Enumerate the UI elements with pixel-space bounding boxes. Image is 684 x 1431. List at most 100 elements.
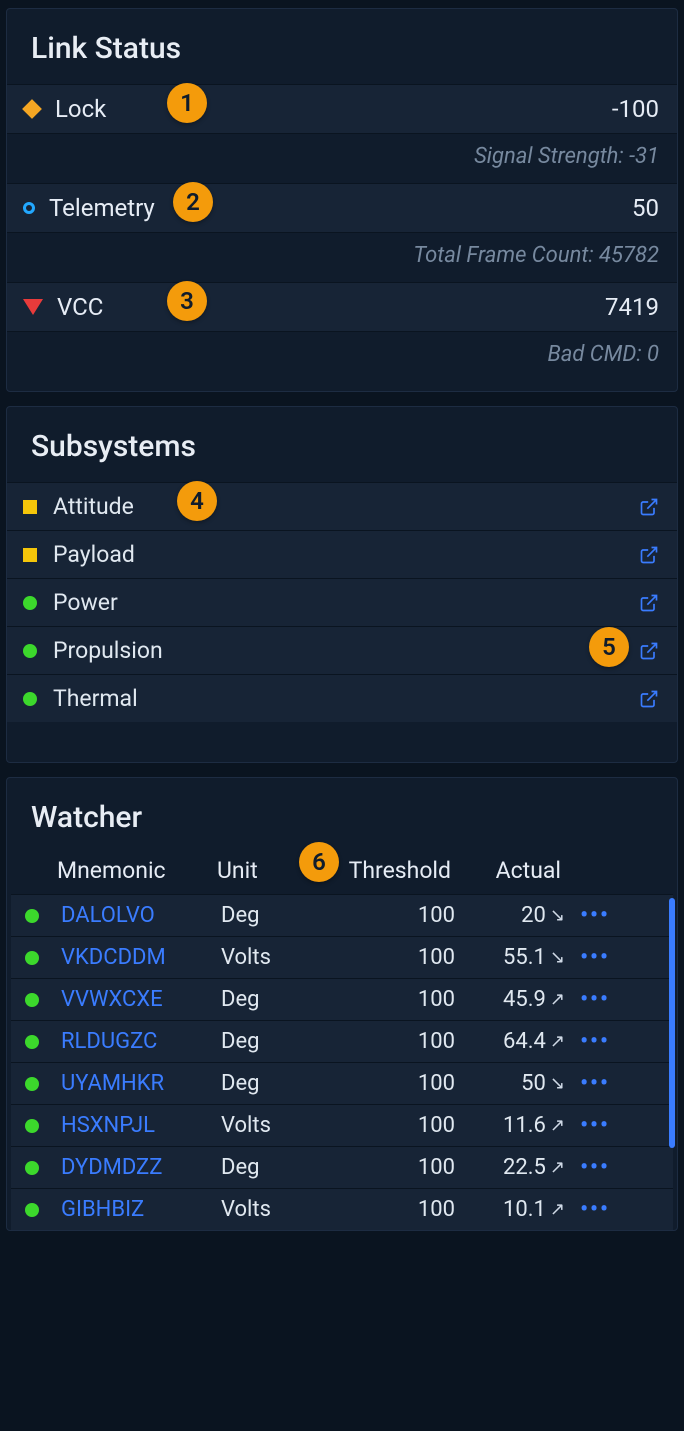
open-external-icon[interactable] xyxy=(639,641,659,661)
link-status-label: Telemetry xyxy=(49,194,155,222)
col-threshold: Threshold xyxy=(327,857,457,884)
unit-cell: Volts xyxy=(221,945,331,970)
mnemonic-link[interactable]: VVWXCXE xyxy=(61,987,221,1012)
threshold-cell: 100 xyxy=(331,1071,461,1096)
open-external-icon[interactable] xyxy=(639,689,659,709)
link-status-title: Link Status xyxy=(7,9,677,84)
annotation-badge: 3 xyxy=(167,281,207,321)
dashboard-root: Link Status Lock -100 1 Signal Strength:… xyxy=(0,8,684,1231)
arrow-down-icon: ↘ xyxy=(550,905,565,926)
open-external-icon[interactable] xyxy=(639,545,659,565)
mnemonic-link[interactable]: DYDMDZZ xyxy=(61,1155,221,1180)
dot-icon xyxy=(23,692,37,706)
triangle-down-icon xyxy=(23,299,43,315)
scrollbar-thumb[interactable] xyxy=(669,898,675,1148)
more-actions-button[interactable]: ••• xyxy=(571,1155,619,1180)
watcher-row[interactable]: VVWXCXEDeg10045.9↗••• xyxy=(11,978,673,1020)
square-icon xyxy=(23,548,37,562)
subsystem-row-power[interactable]: Power xyxy=(7,578,677,626)
actual-cell: 45.9↗ xyxy=(461,987,571,1012)
status-dot-icon xyxy=(25,1035,39,1049)
link-status-label: VCC xyxy=(57,293,103,321)
more-actions-button[interactable]: ••• xyxy=(571,1071,619,1096)
subsystem-row-attitude[interactable]: Attitude 4 xyxy=(7,482,677,530)
more-actions-button[interactable]: ••• xyxy=(571,903,619,928)
unit-cell: Deg xyxy=(221,903,331,928)
status-dot-icon xyxy=(25,909,39,923)
watcher-header-row: Mnemonic Unit Threshold Actual xyxy=(7,853,677,894)
watcher-panel: Watcher 6 Mnemonic Unit Threshold Actual… xyxy=(6,777,678,1231)
link-status-label: Lock xyxy=(55,95,106,123)
watcher-row[interactable]: RLDUGZCDeg10064.4↗••• xyxy=(11,1020,673,1062)
arrow-up-icon: ↗ xyxy=(550,989,565,1010)
more-actions-button[interactable]: ••• xyxy=(571,1197,619,1222)
threshold-cell: 100 xyxy=(331,1197,461,1222)
link-status-value: -100 xyxy=(612,95,659,123)
watcher-body[interactable]: DALOLVODeg10020↘•••VKDCDDMVolts10055.1↘•… xyxy=(11,894,673,1230)
link-status-row-vcc[interactable]: VCC 7419 3 xyxy=(7,282,677,331)
actual-cell: 55.1↘ xyxy=(461,945,571,970)
link-status-value: 7419 xyxy=(605,293,659,321)
mnemonic-link[interactable]: UYAMHKR xyxy=(61,1071,221,1096)
more-actions-button[interactable]: ••• xyxy=(571,1029,619,1054)
actual-cell: 64.4↗ xyxy=(461,1029,571,1054)
link-status-subtext: Bad CMD: 0 xyxy=(7,331,677,381)
subsystem-row-thermal[interactable]: Thermal xyxy=(7,674,677,722)
threshold-cell: 100 xyxy=(331,987,461,1012)
mnemonic-link[interactable]: DALOLVO xyxy=(61,903,221,928)
more-actions-button[interactable]: ••• xyxy=(571,945,619,970)
arrow-up-icon: ↗ xyxy=(550,1031,565,1052)
arrow-down-icon: ↘ xyxy=(550,1073,565,1094)
subsystem-row-propulsion[interactable]: Propulsion 5 xyxy=(7,626,677,674)
subsystem-label: Thermal xyxy=(53,685,138,712)
subsystem-label: Payload xyxy=(53,541,135,568)
more-actions-button[interactable]: ••• xyxy=(571,987,619,1012)
open-external-icon[interactable] xyxy=(639,593,659,613)
actual-cell: 11.6↗ xyxy=(461,1113,571,1138)
arrow-up-icon: ↗ xyxy=(550,1157,565,1178)
unit-cell: Volts xyxy=(221,1197,331,1222)
watcher-row[interactable]: DYDMDZZDeg10022.5↗••• xyxy=(11,1146,673,1188)
watcher-row[interactable]: UYAMHKRDeg10050↘••• xyxy=(11,1062,673,1104)
subsystem-row-payload[interactable]: Payload xyxy=(7,530,677,578)
link-status-row-telemetry[interactable]: Telemetry 50 2 xyxy=(7,183,677,232)
mnemonic-link[interactable]: HSXNPJL xyxy=(61,1113,221,1138)
link-status-panel: Link Status Lock -100 1 Signal Strength:… xyxy=(6,8,678,392)
subsystem-label: Propulsion xyxy=(53,637,163,664)
arrow-down-icon: ↘ xyxy=(550,947,565,968)
mnemonic-link[interactable]: VKDCDDM xyxy=(61,945,221,970)
watcher-row[interactable]: HSXNPJLVolts10011.6↗••• xyxy=(11,1104,673,1146)
mnemonic-link[interactable]: RLDUGZC xyxy=(61,1029,221,1054)
unit-cell: Deg xyxy=(221,1029,331,1054)
col-mnemonic: Mnemonic xyxy=(57,857,217,884)
watcher-row[interactable]: GIBHBIZVolts10010.1↗••• xyxy=(11,1188,673,1230)
annotation-badge: 2 xyxy=(173,182,213,222)
diamond-icon xyxy=(22,99,42,119)
watcher-row[interactable]: DALOLVODeg10020↘••• xyxy=(11,894,673,936)
threshold-cell: 100 xyxy=(331,1113,461,1138)
dot-icon xyxy=(23,596,37,610)
mnemonic-link[interactable]: GIBHBIZ xyxy=(61,1197,221,1222)
threshold-cell: 100 xyxy=(331,1155,461,1180)
actual-cell: 10.1↗ xyxy=(461,1197,571,1222)
unit-cell: Deg xyxy=(221,1071,331,1096)
link-status-value: 50 xyxy=(632,194,659,222)
actual-cell: 50↘ xyxy=(461,1071,571,1096)
annotation-badge: 5 xyxy=(589,627,629,667)
subsystems-panel: Subsystems Attitude 4 Payload Powe xyxy=(6,406,678,763)
watcher-row[interactable]: VKDCDDMVolts10055.1↘••• xyxy=(11,936,673,978)
threshold-cell: 100 xyxy=(331,1029,461,1054)
more-actions-button[interactable]: ••• xyxy=(571,1113,619,1138)
link-status-row-lock[interactable]: Lock -100 1 xyxy=(7,84,677,133)
actual-cell: 20↘ xyxy=(461,903,571,928)
open-external-icon[interactable] xyxy=(639,497,659,517)
status-dot-icon xyxy=(25,951,39,965)
unit-cell: Deg xyxy=(221,987,331,1012)
status-dot-icon xyxy=(25,1203,39,1217)
annotation-badge: 1 xyxy=(167,83,207,123)
col-actual: Actual xyxy=(457,857,567,884)
watcher-title: Watcher xyxy=(7,778,677,853)
status-dot-icon xyxy=(25,993,39,1007)
link-status-subtext: Signal Strength: -31 xyxy=(7,133,677,183)
subsystem-label: Attitude xyxy=(53,493,134,520)
